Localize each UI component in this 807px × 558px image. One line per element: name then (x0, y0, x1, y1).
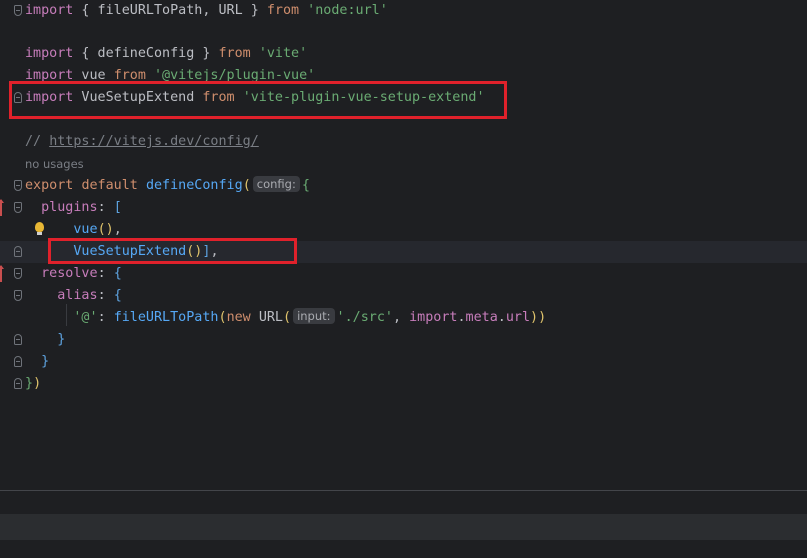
change-marker-icon[interactable] (0, 265, 6, 282)
highlight-box-import (9, 81, 507, 119)
fold-marker-icon[interactable] (14, 268, 22, 279)
fold-marker-icon[interactable] (14, 356, 22, 367)
fold-marker-icon[interactable] (14, 202, 22, 213)
code-line-12[interactable]: resolve: { (0, 263, 807, 285)
code-line-16[interactable]: } (0, 351, 807, 373)
highlight-box-plugin (48, 238, 297, 264)
parameter-hint: config: (252, 176, 300, 192)
code-line-7[interactable]: // https://vitejs.dev/config/ (0, 131, 807, 153)
code-line-15[interactable]: } (0, 329, 807, 351)
fold-marker-icon[interactable] (14, 290, 22, 301)
fold-marker-icon[interactable] (14, 5, 22, 16)
fold-marker-icon[interactable] (14, 378, 22, 389)
parameter-hint: input: (293, 308, 335, 324)
code-line-3[interactable]: import { defineConfig } from 'vite' (0, 43, 807, 65)
code-line-9[interactable]: plugins: [ (0, 197, 807, 219)
code-line-14[interactable]: '@': fileURLToPath(new URL(input: './src'… (0, 307, 807, 329)
change-marker-icon[interactable] (0, 199, 6, 216)
usage-hint[interactable]: no usages (25, 155, 84, 173)
code-line-1[interactable]: import { fileURLToPath, URL } from 'node… (0, 0, 807, 22)
docs-link[interactable]: https://vitejs.dev/config/ (49, 134, 259, 149)
code-editor[interactable]: import { fileURLToPath, URL } from 'node… (0, 0, 807, 490)
fold-marker-icon[interactable] (14, 246, 22, 257)
code-line-13[interactable]: alias: { (0, 285, 807, 307)
fold-marker-icon[interactable] (14, 180, 22, 191)
code-line-8[interactable]: export default defineConfig(config:{ (0, 175, 807, 197)
fold-marker-icon[interactable] (14, 334, 22, 345)
status-bar (0, 514, 807, 540)
code-line-17[interactable]: }) (0, 373, 807, 395)
